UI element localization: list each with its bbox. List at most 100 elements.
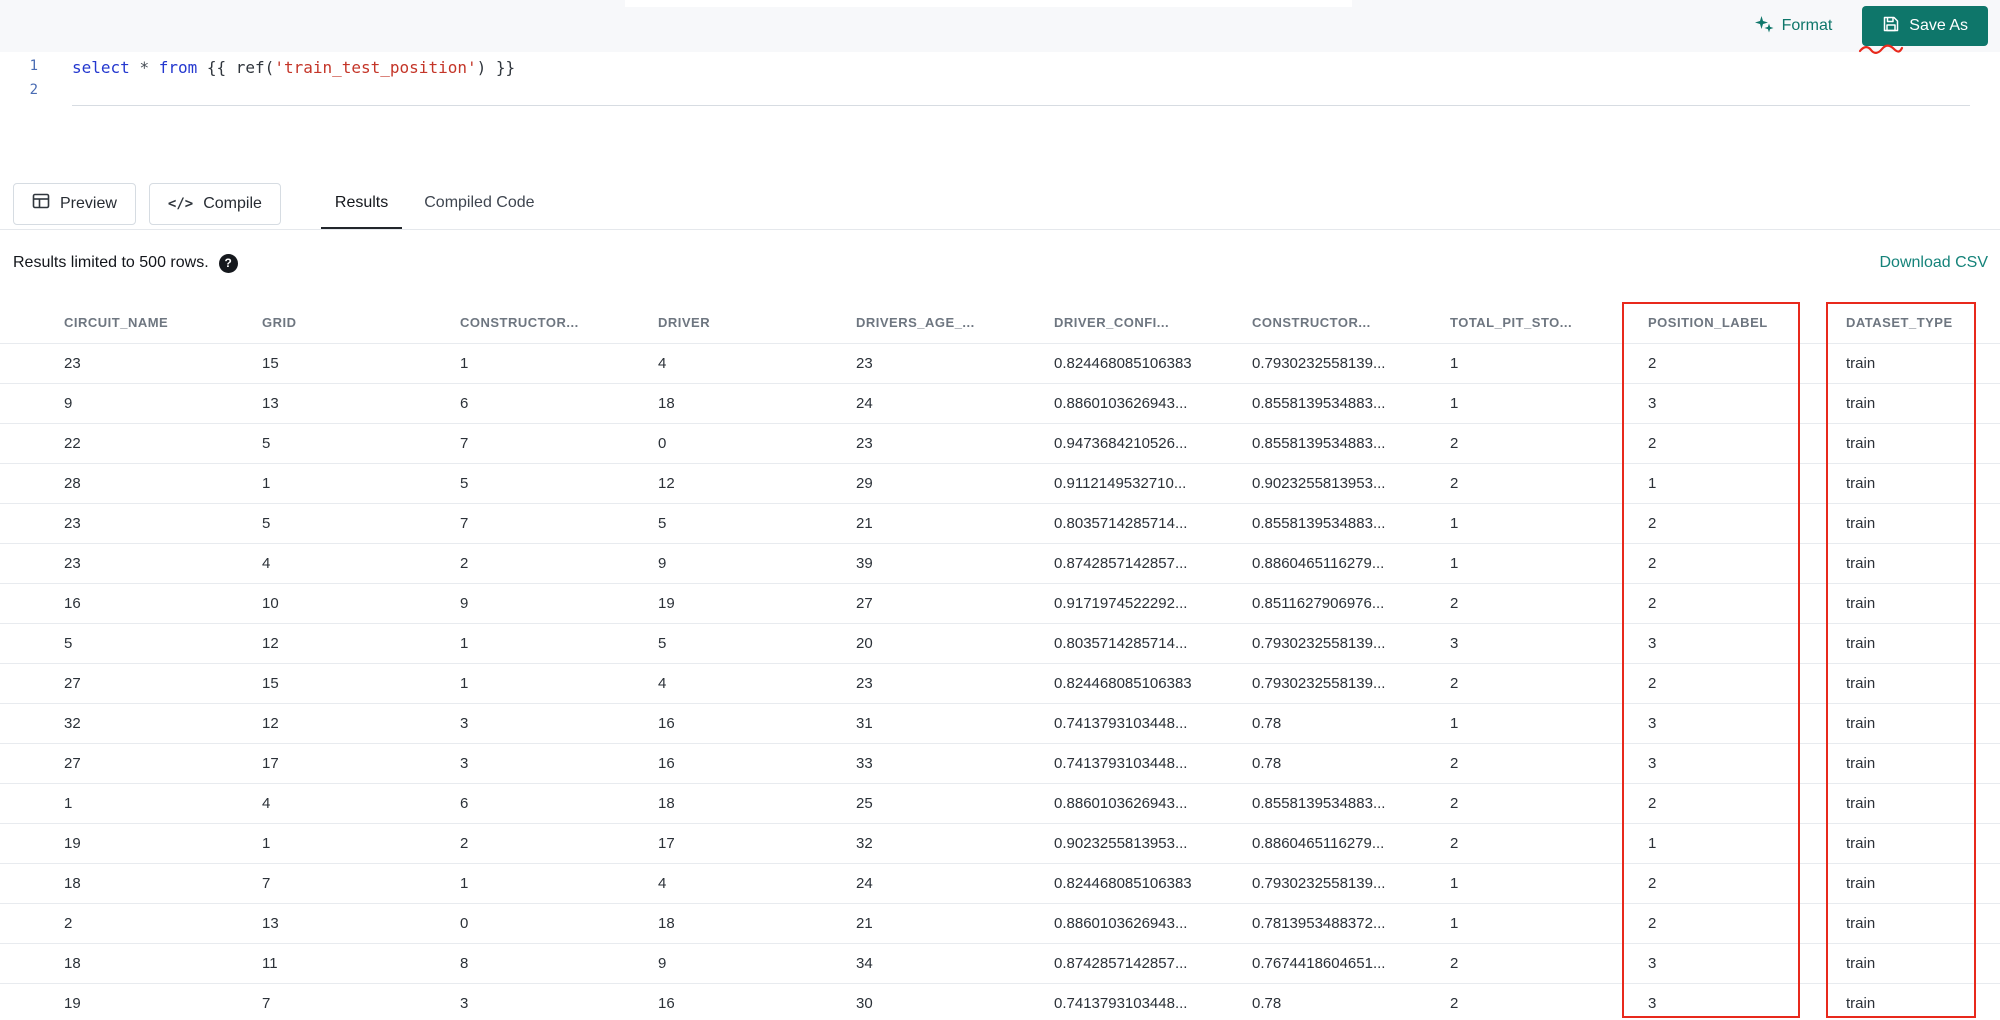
table-cell: 34 [856,955,873,972]
table-cell: 1 [262,475,271,492]
table-cell: 4 [658,875,667,892]
table-cell: 29 [856,475,873,492]
table-row: 23 5 7 5 21 0.8035714285714... 0.8558139534883… [0,504,2000,544]
table-cell: 7 [460,515,469,532]
table-row: 16 10 9 19 27 0.9171974522292... 0.85116279069… [0,584,2000,624]
code-editor[interactable]: 1 select * from {{ ref('train_test_posit… [0,52,2000,178]
help-icon[interactable]: ? [218,253,238,273]
table-row: 28 1 5 1 2 29 0.9112149532710... 0.902325581395… [0,464,2000,504]
table-cell: 0.8035714285714... [1054,635,1188,652]
table-cell: train [1846,635,1876,652]
table-cell: 1 [1450,915,1459,932]
table-cell: 16 [658,995,675,1012]
table-cell: 0 [658,435,667,452]
table-cell: train [1846,395,1876,412]
tabs: Results Compiled Code [320,178,549,229]
table-cell: 1 [64,795,73,812]
table-row: 18 7 1 4 24 0.824468085106383 0.7930232558139.… [0,864,2000,904]
header-cell: GRID [262,315,297,330]
table-row: 22 5 7 0 23 0.9473684210526... 0.8558139534883… [0,424,2000,464]
table-cell: 1 [1450,715,1459,732]
table-cell: 1 [262,835,271,852]
table-cell: 12 [262,715,279,732]
table-cell: 4 [262,555,271,572]
table-cell: 2 [1648,555,1657,572]
table-cell: 18 [658,795,675,812]
table-cell: 5 [460,475,469,492]
table-cell: 1 [1648,475,1657,492]
table-cell: 3 [1648,635,1657,652]
table-cell: 19 [658,595,675,612]
table-cell: 1 [1450,875,1459,892]
table-cell: 1 [1450,355,1459,372]
preview-button[interactable]: Preview [13,182,136,225]
table-cell: 3 [1648,395,1657,412]
table-cell: 0.9473684210526... [1054,435,1188,452]
table-cell: 28 [64,475,81,492]
table-cell: 0.7930232558139... [1252,875,1386,892]
table-cell: 2 [1450,475,1459,492]
table-cell: 7 [262,995,271,1012]
table-cell: 5 [262,515,271,532]
table-cell: 0.7413793103448... [1054,755,1188,772]
table-row: 19 7 3 16 30 0.7413793103448... 0.78 2 3 train [0,984,2000,1020]
table-cell: 1 [460,635,469,652]
header-cell: POSITION_LABEL [1648,315,1768,330]
table-cell: 0.8860103626943... [1054,915,1188,932]
table-cell: 32 [64,715,81,732]
code-icon: </> [167,195,194,212]
table-cell: 2 [1450,995,1459,1012]
table-cell: 13 [262,395,279,412]
table-cell: 11 [262,955,278,972]
table-header-row: CIRCUIT_NAME GRID CONSTRUCTOR... DRIVER DRIV… [0,302,2000,344]
format-button[interactable]: Format [1754,14,1832,39]
download-csv-link[interactable]: Download CSV [1880,254,1989,272]
table-cell: 2 [1648,595,1657,612]
table-cell: 0.78 [1252,995,1282,1012]
line-number: 2 [29,82,38,98]
table-cell: 15 [262,355,279,372]
table-cell: 9 [64,395,73,412]
table-cell: 17 [262,755,279,772]
table-cell: 2 [460,835,469,852]
table-cell: 16 [658,755,675,772]
header-cell: DRIVER [658,315,711,330]
table-cell: 3 [460,995,469,1012]
preview-button-label: Preview [60,194,117,212]
table-cell: train [1846,795,1876,812]
sparkles-icon [1754,14,1774,39]
table-cell: 0.824468085106383 [1054,675,1192,692]
table-cell: 0.9023255813953... [1252,475,1386,492]
code-line-content: select * from {{ ref('train_test_positio… [72,58,516,77]
table-cell: 2 [1450,795,1459,812]
table-cell: train [1846,435,1876,452]
tab-results[interactable]: Results [320,178,403,229]
table-cell: 0.9112149532710... [1054,475,1187,492]
editor-toolbar: Format Save As [0,0,2000,52]
table-cell: train [1846,955,1876,972]
table-cell: 17 [658,835,675,852]
table-cell: train [1846,715,1876,732]
table-cell: 21 [856,515,873,532]
table-row: 5 12 1 5 20 0.8035714285714... 0.7930232558139… [0,624,2000,664]
compile-button[interactable]: </> Compile [148,182,281,225]
table-cell: 20 [856,635,873,652]
red-scribble-annotation [1858,42,1904,60]
table-cell: 0.7413793103448... [1054,995,1188,1012]
save-as-button[interactable]: Save As [1862,6,1988,46]
table-cell: 6 [460,795,469,812]
table-cell: 33 [856,755,873,772]
results-limit-text: Results limited to 500 rows. [13,254,209,271]
table-cell: 2 [1450,835,1459,852]
table-cell: 1 [1450,555,1459,572]
table-cell: 24 [856,395,873,412]
table-cell: 0.7930232558139... [1252,635,1386,652]
tab-compiled-code[interactable]: Compiled Code [410,178,548,229]
table-cell: 3 [1648,715,1657,732]
table-cell: 0 [460,915,469,932]
table-cell: 9 [460,595,469,612]
table-cell: 0.8860465116279... [1252,835,1385,852]
active-file-tab-edge [625,0,1352,7]
table-cell: 0.7674418604651... [1252,955,1386,972]
table-cell: 2 [1648,795,1657,812]
